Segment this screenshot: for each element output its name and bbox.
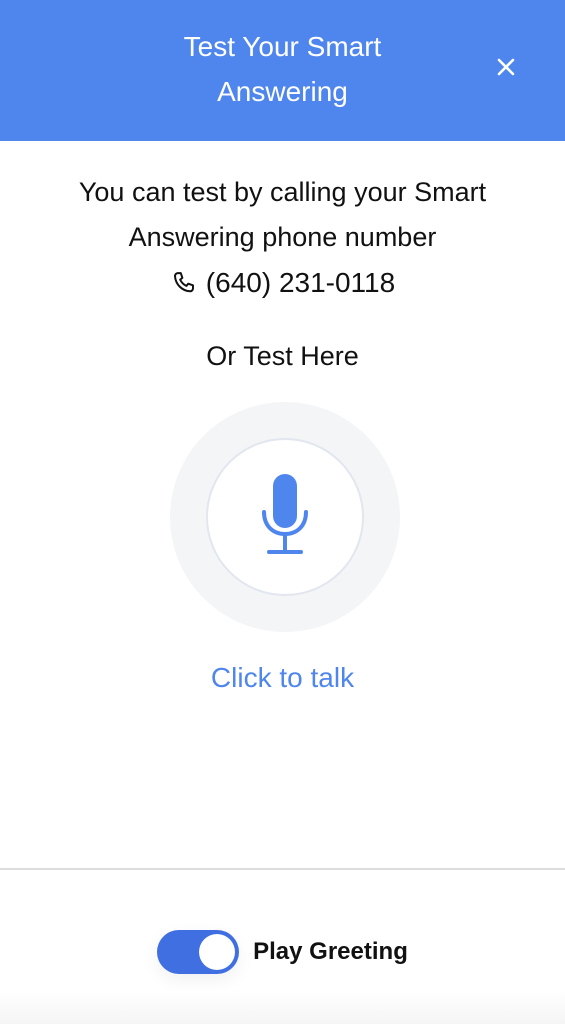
footer-divider — [0, 868, 565, 870]
panel-title: Test Your Smart Answering — [183, 31, 382, 107]
intro-section: You can test by calling your Smart Answe… — [0, 170, 565, 260]
or-test-label: Or Test Here — [206, 341, 359, 371]
phone-row: (640) 231-0118 — [0, 260, 565, 305]
click-to-talk-link[interactable]: Click to talk — [0, 655, 565, 700]
microphone-icon[interactable] — [248, 474, 322, 558]
header-bar: Test Your Smart Answering — [0, 0, 565, 141]
smart-answering-test-panel: Test Your Smart Answering You can test b… — [0, 0, 565, 1024]
footer-shade — [0, 990, 565, 1024]
close-icon — [497, 58, 515, 76]
play-greeting-label: Play Greeting — [253, 938, 408, 965]
phone-icon — [173, 271, 194, 292]
play-greeting-row: Play Greeting — [0, 928, 565, 976]
close-button[interactable] — [490, 51, 522, 83]
phone-number[interactable]: (640) 231-0118 — [206, 260, 395, 305]
toggle-knob — [199, 934, 236, 970]
intro-text: You can test by calling your Smart Answe… — [78, 177, 487, 252]
play-greeting-toggle[interactable] — [157, 930, 240, 974]
